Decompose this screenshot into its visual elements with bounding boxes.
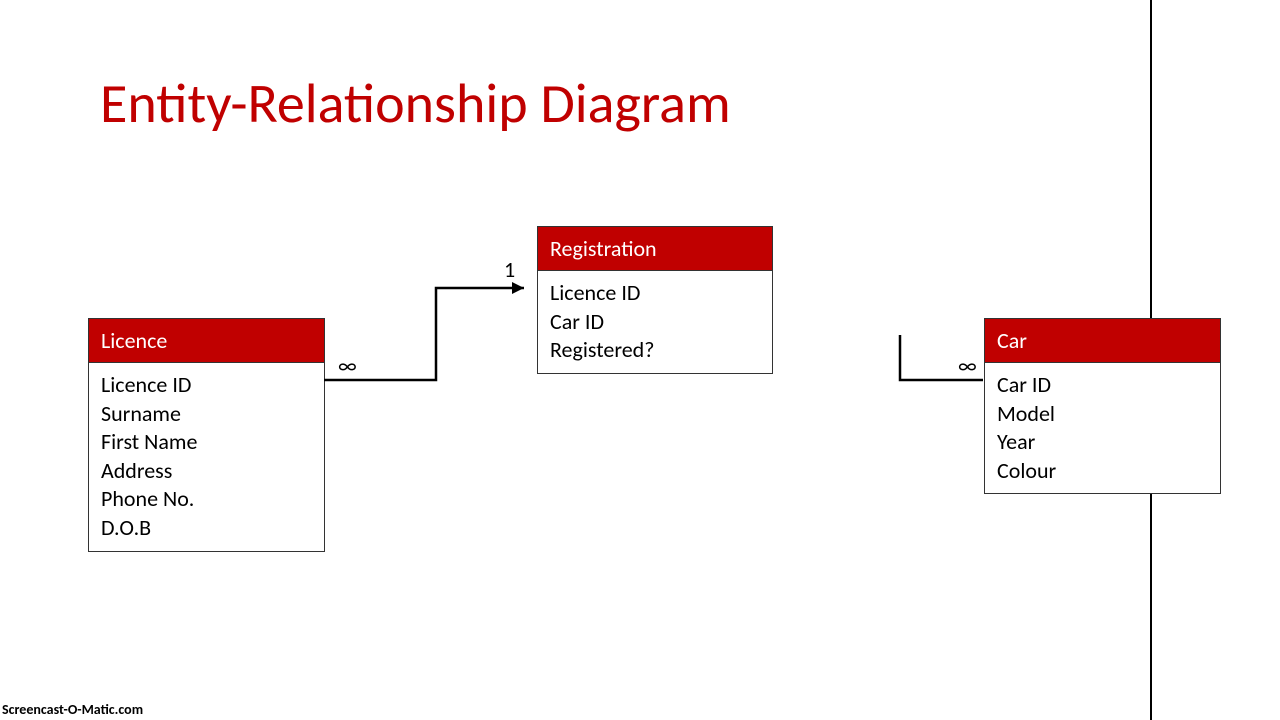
entity-car: Car Car ID Model Year Colour (984, 318, 1221, 494)
entity-attr: Registered? (550, 336, 760, 365)
entity-licence-body: Licence ID Surname First Name Address Ph… (89, 363, 324, 551)
entity-attr: Phone No. (101, 485, 312, 514)
cardinality-licence: ∞ (338, 352, 357, 379)
cardinality-registration: 1 (504, 256, 515, 283)
entity-registration-header: Registration (538, 227, 772, 271)
entity-licence: Licence Licence ID Surname First Name Ad… (88, 318, 325, 552)
watermark: Screencast-O-Matic.com (2, 701, 143, 718)
entity-car-header: Car (985, 319, 1220, 363)
entity-attr: Address (101, 457, 312, 486)
entity-attr: Car ID (550, 308, 760, 337)
entity-attr: Surname (101, 400, 312, 429)
entity-attr: Car ID (997, 371, 1208, 400)
entity-car-body: Car ID Model Year Colour (985, 363, 1220, 493)
entity-attr: Model (997, 400, 1208, 429)
entity-registration-body: Licence ID Car ID Registered? (538, 271, 772, 373)
cardinality-car: ∞ (958, 352, 977, 379)
page-title: Entity-Relationship Diagram (100, 70, 731, 138)
entity-registration: Registration Licence ID Car ID Registere… (537, 226, 773, 374)
slide-canvas: Entity-Relationship Diagram Licence Lice… (0, 0, 1152, 720)
entity-attr: Year (997, 428, 1208, 457)
entity-attr: Licence ID (101, 371, 312, 400)
entity-licence-header: Licence (89, 319, 324, 363)
entity-attr: D.O.B (101, 514, 312, 543)
entity-attr: Licence ID (550, 279, 760, 308)
entity-attr: Colour (997, 457, 1208, 486)
entity-attr: First Name (101, 428, 312, 457)
